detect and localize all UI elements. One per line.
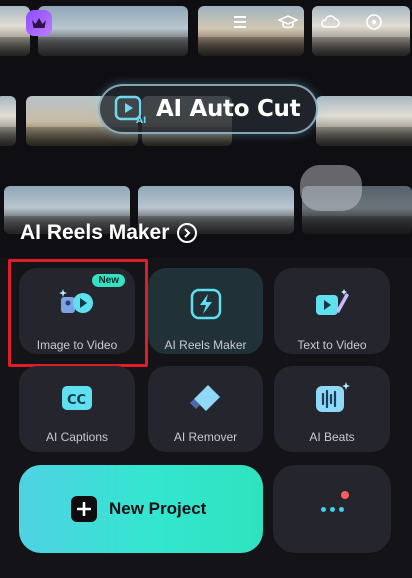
tool-label: Text to Video: [297, 338, 367, 352]
tool-ai-reels-maker[interactable]: AI Reels Maker: [148, 268, 263, 354]
banner-thumbnail: [38, 6, 188, 56]
plus-icon: [71, 496, 97, 522]
settings-icon[interactable]: [362, 10, 386, 34]
section-title: AI Reels Maker: [20, 221, 170, 244]
tool-ai-captions[interactable]: CC AI Captions: [19, 366, 135, 452]
tool-ai-beats[interactable]: AI Beats: [274, 366, 390, 452]
graduation-cap-icon: [276, 10, 300, 34]
list-icon: [228, 10, 252, 34]
more-dots-icon: [320, 506, 344, 512]
ai-auto-cut-pill[interactable]: AI AI Auto Cut: [98, 84, 318, 134]
tool-label: AI Captions: [45, 430, 109, 444]
svg-text:AI: AI: [136, 116, 146, 125]
text-to-video-icon: [312, 284, 352, 324]
new-badge: New: [92, 274, 125, 287]
new-project-label: New Project: [109, 499, 207, 518]
tool-ai-remover[interactable]: AI Remover: [148, 366, 263, 452]
auto-cut-icon: AI: [114, 95, 146, 125]
ai-reels-maker-link[interactable]: AI Reels Maker: [20, 221, 198, 245]
tool-label: AI Reels Maker: [164, 338, 247, 352]
banner-thumbnail: [0, 96, 16, 146]
tool-label: Image to Video: [36, 338, 118, 352]
tap-indicator: [300, 165, 362, 211]
premium-crown-button[interactable]: [26, 10, 52, 36]
image-to-video-icon: [57, 284, 97, 324]
ai-auto-cut-label: AI Auto Cut: [156, 96, 301, 122]
banner-thumbnail: [0, 6, 30, 56]
tool-text-to-video[interactable]: Text to Video: [274, 268, 390, 354]
svg-text:CC: CC: [67, 393, 86, 408]
tool-label: AI Beats: [309, 430, 355, 444]
ai-showcase-banner[interactable]: AI AI Auto Cut AI Reels Maker: [0, 0, 412, 258]
crown-icon: [32, 18, 46, 28]
notification-dot: [341, 491, 349, 499]
tool-image-to-video[interactable]: New Image to Video: [19, 268, 135, 354]
cc-icon: CC: [57, 378, 97, 418]
eraser-icon: [186, 378, 226, 418]
cloud-icon[interactable]: [318, 10, 342, 34]
music-beats-icon: [312, 378, 352, 418]
chevron-right-icon: [177, 223, 198, 243]
more-button[interactable]: [273, 465, 391, 553]
new-project-button[interactable]: New Project: [19, 465, 263, 553]
banner-thumbnail: [316, 96, 412, 146]
lightning-icon: [186, 284, 226, 324]
tool-label: AI Remover: [173, 430, 238, 444]
